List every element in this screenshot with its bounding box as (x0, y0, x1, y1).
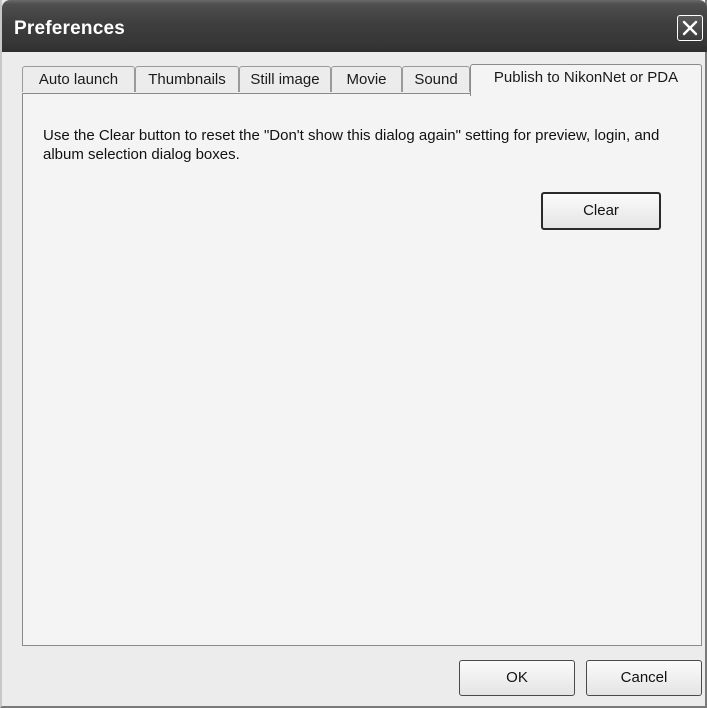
tab-movie[interactable]: Movie (331, 66, 402, 92)
clear-button[interactable]: Clear (541, 192, 661, 230)
tab-label: Movie (346, 71, 387, 88)
tab-label: Sound (414, 71, 458, 88)
tab-panel-publish: Use the Clear button to reset the "Don't… (22, 93, 702, 646)
tab-still-image[interactable]: Still image (239, 66, 331, 92)
preferences-dialog: Preferences Auto launch Thumbnails Still… (0, 0, 707, 708)
tab-sound[interactable]: Sound (402, 66, 470, 92)
tab-thumbnails[interactable]: Thumbnails (135, 66, 239, 92)
cancel-button[interactable]: Cancel (586, 660, 702, 696)
description-text: Use the Clear button to reset the "Don't… (43, 127, 660, 163)
tab-label: Publish to NikonNet or PDA (493, 69, 679, 86)
tab-label: Auto launch (38, 71, 119, 88)
tab-label: Still image (250, 71, 320, 88)
tab-label: Thumbnails (148, 71, 226, 88)
ok-button[interactable]: OK (459, 660, 575, 696)
tab-auto-launch[interactable]: Auto launch (22, 66, 135, 92)
close-icon (682, 20, 698, 36)
window-title: Preferences (14, 18, 125, 39)
tab-publish-to-nikonnet[interactable]: Publish to NikonNet or PDA (470, 64, 702, 96)
title-bar: Preferences (2, 0, 707, 52)
close-button[interactable] (677, 15, 703, 41)
